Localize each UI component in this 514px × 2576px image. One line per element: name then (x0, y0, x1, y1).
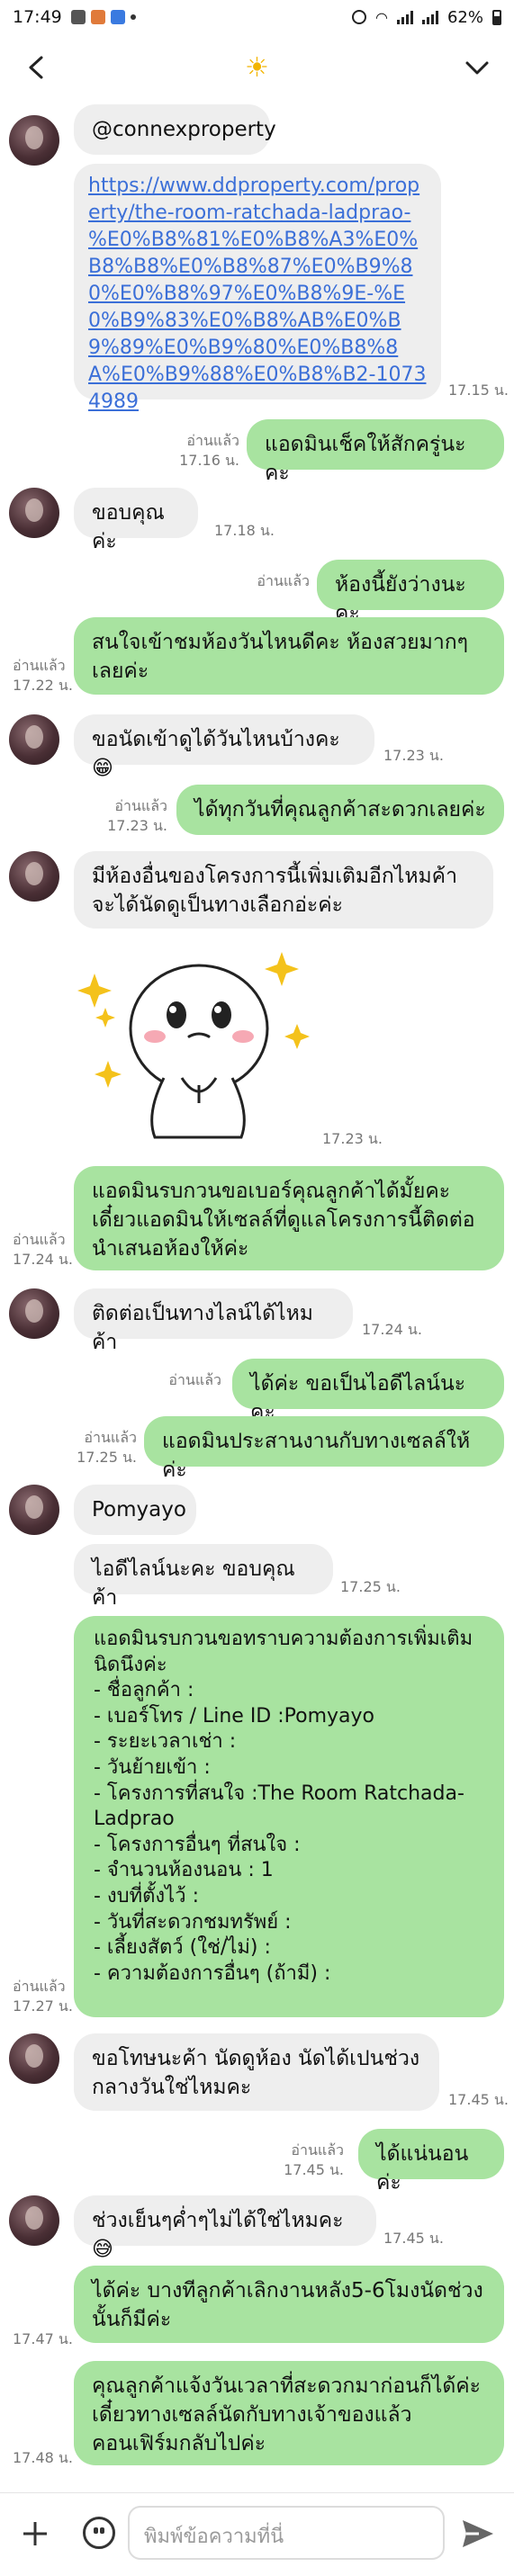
message-time: 17.24 น. (362, 1321, 422, 1338)
emoji-icon[interactable] (83, 2517, 115, 2549)
cony-sticker (77, 952, 310, 1139)
avatar[interactable] (9, 1485, 59, 1535)
message-bubble: ไอดีไลน์นะคะ ขอบคุณค้า (74, 1544, 333, 1610)
plus-icon[interactable] (20, 2518, 50, 2549)
message-bubble: มีห้องอื่นของโครงการนี้เพิ่มเติมอีกไหมค้… (74, 851, 493, 929)
message-time: 17.15 น. (448, 381, 509, 399)
message-time: 17.27 น. (13, 1997, 73, 2015)
message-bubble: ช่วงเย็นๆค่ำๆไม่ได้ใช่ไหมคะ😅 (74, 2195, 376, 2261)
dot-icon (130, 14, 136, 20)
read-receipt: อ่านแล้ว (13, 1978, 66, 1995)
battery-level: 62% (446, 7, 483, 27)
read-receipt: อ่านแล้ว (168, 1371, 221, 1388)
property-link[interactable]: https://www.ddproperty.com/property/the-… (88, 175, 426, 413)
message-bubble: https://www.ddproperty.com/property/the-… (74, 164, 441, 413)
avatar[interactable] (9, 1288, 59, 1339)
message-time: 17.47 น. (13, 2330, 73, 2347)
status-bar: 17:49 ◠ 62% (0, 0, 514, 34)
message-time: 17.23 น. (107, 817, 167, 834)
signal-icon-2 (421, 10, 438, 24)
message-bubble: แอดมินเช็คให้สักครู่นะคะ (247, 419, 504, 485)
avatar[interactable] (9, 115, 59, 166)
sun-icon: ☀ (245, 51, 269, 84)
message-bubble: Pomyayo (74, 1485, 196, 1535)
read-receipt: อ่านแล้ว (13, 657, 66, 674)
avatar[interactable] (9, 2195, 59, 2246)
alarm-icon (352, 10, 367, 24)
notification-icon (70, 10, 86, 24)
message-bubble: ติดต่อเป็นทางไลน์ได้ไหมค้า (74, 1288, 353, 1354)
notification-icons (70, 10, 136, 24)
notification-icon (90, 10, 105, 24)
message-bubble: ขอนัดเข้าดูได้วันไหนบ้างคะ😁 (74, 714, 374, 780)
message-time: 17.22 น. (13, 677, 73, 694)
message-time: 17.25 น. (77, 1449, 137, 1466)
signal-icon (396, 10, 413, 24)
requirements-form-message: แอดมินรบกวนขอทราบความต้องการเพิ่มเติมนิด… (74, 1616, 504, 2017)
message-time: 17.23 น. (383, 747, 444, 764)
message-bubble: แอดมินประสานงานกับทางเซลล์ให้ค่ะ (144, 1416, 504, 1482)
message-time: 17.25 น. (340, 1578, 401, 1595)
send-icon[interactable] (459, 2515, 497, 2553)
message-bubble: ขอบคุณค่ะ (74, 488, 198, 553)
message-bubble: ได้ทุกวันที่คุณลูกค้าสะดวกเลยค่ะ (176, 785, 504, 835)
message-bubble: ได้ค่ะ ขอเป็นไอดีไลน์นะคะ (232, 1359, 504, 1424)
notification-icon (110, 10, 125, 24)
message-bubble: ห้องนี้ยังว่างนะคะ (317, 560, 504, 625)
message-input[interactable]: พิมพ์ข้อความที่นี่ (128, 2506, 445, 2560)
chevron-down-icon[interactable] (460, 50, 494, 85)
read-receipt: อ่านแล้ว (291, 2141, 344, 2159)
message-time: 17.16 น. (179, 452, 239, 469)
wifi-icon: ◠ (375, 8, 388, 26)
battery-icon (492, 9, 501, 25)
chat-header: ☀ (0, 34, 514, 101)
message-bubble: ขอโทษนะค้า นัดดูห้อง นัดได้เปนช่วงกลางวั… (74, 2033, 439, 2111)
message-bubble: @connexproperty (74, 104, 276, 155)
message-time: 17.48 น. (13, 2449, 73, 2466)
message-time: 17.23 น. (322, 1130, 383, 1147)
avatar[interactable] (9, 714, 59, 765)
message-bubble: สนใจเข้าชมห้องวันไหนดีคะ ห้องสวยมากๆ เลย… (74, 617, 504, 695)
message-bubble: ได้แน่นอนค่ะ (358, 2129, 504, 2195)
message-bubble: ได้ค่ะ บางทีลูกค้าเลิกงานหลัง5-6โมงนัดช่… (74, 2266, 504, 2343)
read-receipt: อ่านแล้ว (84, 1429, 137, 1446)
message-time: 17.45 น. (383, 2230, 444, 2247)
message-bubble: คุณลูกค้าแจ้งวันเวลาที่สะดวกมาก่อนก็ได้ค… (74, 2361, 504, 2465)
read-receipt: อ่านแล้ว (13, 1231, 66, 1248)
message-time: 17.45 น. (448, 2091, 509, 2108)
read-receipt: อ่านแล้ว (186, 432, 239, 449)
message-time: 17.18 น. (214, 522, 275, 539)
message-time: 17.24 น. (13, 1251, 73, 1268)
read-receipt: อ่านแล้ว (114, 797, 167, 814)
avatar[interactable] (9, 488, 59, 538)
message-bubble: แอดมินรบกวนขอเบอร์คุณลูกค้าได้มั้ยคะ เดี… (74, 1166, 504, 1270)
avatar[interactable] (9, 2033, 59, 2084)
read-receipt: อ่านแล้ว (257, 572, 310, 589)
back-arrow-icon[interactable] (20, 50, 54, 85)
message-time: 17.45 น. (284, 2161, 344, 2178)
message-composer: พิมพ์ข้อความที่นี่ (0, 2492, 514, 2576)
status-time: 17:49 (13, 7, 62, 27)
avatar[interactable] (9, 851, 59, 902)
